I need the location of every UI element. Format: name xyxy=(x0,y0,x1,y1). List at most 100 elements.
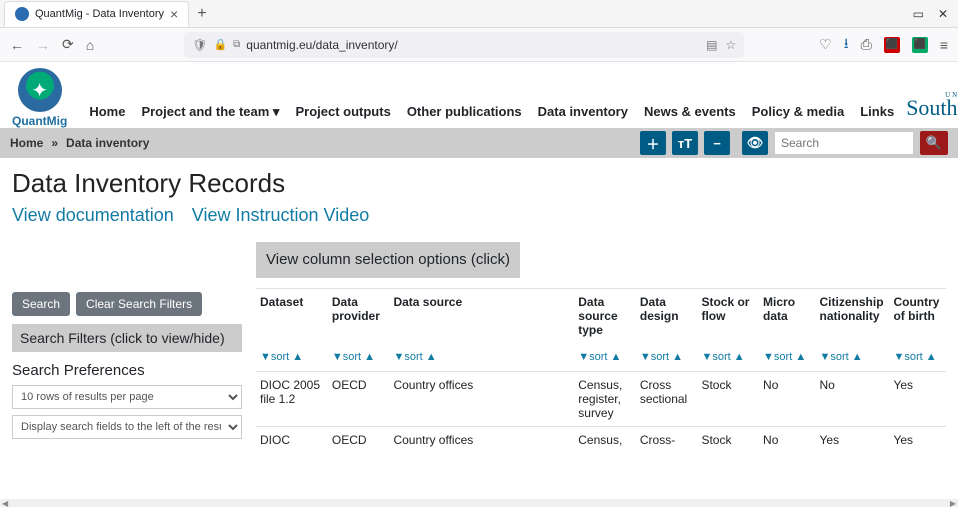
preferences-title: Search Preferences xyxy=(12,362,242,379)
breadcrumb-current: Data inventory xyxy=(66,136,149,150)
font-reset-button[interactable]: тT xyxy=(672,131,698,155)
tab-title: QuantMig - Data Inventory xyxy=(35,8,164,20)
clear-filters-button[interactable]: Clear Search Filters xyxy=(76,292,202,316)
font-decrease-button[interactable]: − xyxy=(704,131,730,155)
browser-tab-strip: QuantMig - Data Inventory × + ▭ ✕ xyxy=(0,0,958,28)
nav-project[interactable]: Project and the team ▾ xyxy=(141,104,279,120)
sort-birth[interactable]: ▼sort ▲ xyxy=(893,351,936,363)
site-header: ✦ QuantMig Home Project and the team ▾ P… xyxy=(0,62,958,128)
nav-links[interactable]: Links xyxy=(860,104,894,120)
col-birth: Country of birth xyxy=(889,288,946,341)
site-search-input[interactable] xyxy=(774,131,914,155)
cell-dataset: DIOC xyxy=(256,426,328,453)
search-filters-toggle[interactable]: Search Filters (click to view/hide) xyxy=(12,324,242,352)
university-name: Southampton xyxy=(906,95,958,120)
back-icon[interactable]: ← xyxy=(10,37,24,53)
cell-type: Census, register, survey xyxy=(574,371,636,426)
cell-source: Country offices xyxy=(389,426,574,453)
col-stock: Stock or flow xyxy=(697,288,759,341)
cell-micro: No xyxy=(759,426,815,453)
cell-provider: OECD xyxy=(328,426,390,453)
table-row: DIOC 2005 file 1.2 OECD Country offices … xyxy=(256,371,946,426)
window-restore-icon[interactable]: ▭ xyxy=(913,7,924,21)
cell-design: Cross sectional xyxy=(636,371,698,426)
sort-dataset[interactable]: ▼sort ▲ xyxy=(260,351,303,363)
sort-design[interactable]: ▼sort ▲ xyxy=(640,351,683,363)
cell-birth: Yes xyxy=(889,426,946,453)
cell-type: Census, xyxy=(574,426,636,453)
search-button[interactable]: Search xyxy=(12,292,70,316)
cell-provider: OECD xyxy=(328,371,390,426)
nav-inventory[interactable]: Data inventory xyxy=(538,104,628,120)
home-icon[interactable]: ⌂ xyxy=(86,37,94,53)
address-bar[interactable]: 🛡 🔒 ⧉ quantmig.eu/data_inventory/ ▤ ☆ xyxy=(184,32,744,58)
cell-dataset: DIOC 2005 file 1.2 xyxy=(256,371,328,426)
cell-micro: No xyxy=(759,371,815,426)
display-layout-select[interactable]: Display search fields to the left of the… xyxy=(12,415,242,439)
reader-icon[interactable]: ▤ xyxy=(706,38,717,52)
extension-icon-2[interactable]: ⬛ xyxy=(912,37,928,53)
sort-type[interactable]: ▼sort ▲ xyxy=(578,351,621,363)
sort-provider[interactable]: ▼sort ▲ xyxy=(332,351,375,363)
col-micro: Micro data xyxy=(759,288,815,341)
data-table: Dataset Data provider Data source Data s… xyxy=(256,288,946,453)
site-logo[interactable]: ✦ QuantMig xyxy=(12,68,67,128)
col-provider: Data provider xyxy=(328,288,390,341)
browser-tab[interactable]: QuantMig - Data Inventory × xyxy=(4,1,189,27)
page-title: Data Inventory Records xyxy=(12,168,946,199)
sort-micro[interactable]: ▼sort ▲ xyxy=(763,351,806,363)
url-text: quantmig.eu/data_inventory/ xyxy=(246,38,397,52)
shield-icon[interactable]: 🛡 xyxy=(192,38,207,52)
nav-policy[interactable]: Policy & media xyxy=(752,104,844,120)
cell-citizen: Yes xyxy=(816,426,890,453)
menu-icon[interactable]: ≡ xyxy=(940,37,948,53)
col-citizen: Citizenship nationality xyxy=(816,288,890,341)
bookmark-star-icon[interactable]: ☆ xyxy=(725,38,736,52)
column-selection-toggle[interactable]: View column selection options (click) xyxy=(256,242,520,278)
nav-home[interactable]: Home xyxy=(89,104,125,120)
sort-source[interactable]: ▼sort ▲ xyxy=(393,351,436,363)
view-video-link[interactable]: View Instruction Video xyxy=(192,205,369,226)
scroll-left-icon[interactable]: ◀ xyxy=(2,499,8,508)
close-tab-icon[interactable]: × xyxy=(170,6,178,22)
browser-toolbar: ← → ⟳ ⌂ 🛡 🔒 ⧉ quantmig.eu/data_inventory… xyxy=(0,28,958,62)
rows-per-page-select[interactable]: 10 rows of results per page xyxy=(12,385,242,409)
font-increase-button[interactable]: ＋ xyxy=(640,131,666,155)
university-logo[interactable]: UNIVERSITY OF Southampton xyxy=(906,92,958,128)
tab-favicon xyxy=(15,7,29,21)
col-design: Data design xyxy=(636,288,698,341)
cell-citizen: No xyxy=(816,371,890,426)
window-close-icon[interactable]: ✕ xyxy=(938,7,948,21)
sort-citizen[interactable]: ▼sort ▲ xyxy=(820,351,863,363)
nav-news[interactable]: News & events xyxy=(644,104,736,120)
extension-icon[interactable]: ⬛ xyxy=(884,37,900,53)
view-documentation-link[interactable]: View documentation xyxy=(12,205,174,226)
new-tab-button[interactable]: + xyxy=(189,5,214,23)
col-source: Data source xyxy=(389,288,574,341)
sort-stock[interactable]: ▼sort ▲ xyxy=(701,351,744,363)
cell-stock: Stock xyxy=(697,371,759,426)
lock-icon[interactable]: 🔒 xyxy=(213,38,227,51)
nav-outputs[interactable]: Project outputs xyxy=(295,104,390,120)
site-search-button[interactable]: 🔍 xyxy=(920,131,948,155)
breadcrumb-home[interactable]: Home xyxy=(10,136,43,150)
cell-stock: Stock xyxy=(697,426,759,453)
reload-icon[interactable]: ⟳ xyxy=(62,36,74,53)
cell-source: Country offices xyxy=(389,371,574,426)
table-row: DIOC OECD Country offices Census, Cross-… xyxy=(256,426,946,453)
nav-publications[interactable]: Other publications xyxy=(407,104,522,120)
library-icon[interactable]: ⎙ xyxy=(861,36,872,53)
scroll-right-icon[interactable]: ▶ xyxy=(950,499,956,508)
download-icon[interactable]: ⭳ xyxy=(844,33,849,57)
main-nav: Home Project and the team ▾ Project outp… xyxy=(89,104,894,128)
cell-birth: Yes xyxy=(889,371,946,426)
contrast-button[interactable]: 👁 xyxy=(742,131,768,155)
col-type: Data source type xyxy=(574,288,636,341)
horizontal-scrollbar[interactable]: ◀ ▶ xyxy=(0,499,958,507)
logo-text: QuantMig xyxy=(12,114,67,128)
forward-icon[interactable]: → xyxy=(36,37,50,53)
window-controls: ▭ ✕ xyxy=(913,7,958,21)
breadcrumb-separator: » xyxy=(51,136,58,150)
cell-design: Cross- xyxy=(636,426,698,453)
save-icon[interactable]: ♡ xyxy=(819,36,832,53)
